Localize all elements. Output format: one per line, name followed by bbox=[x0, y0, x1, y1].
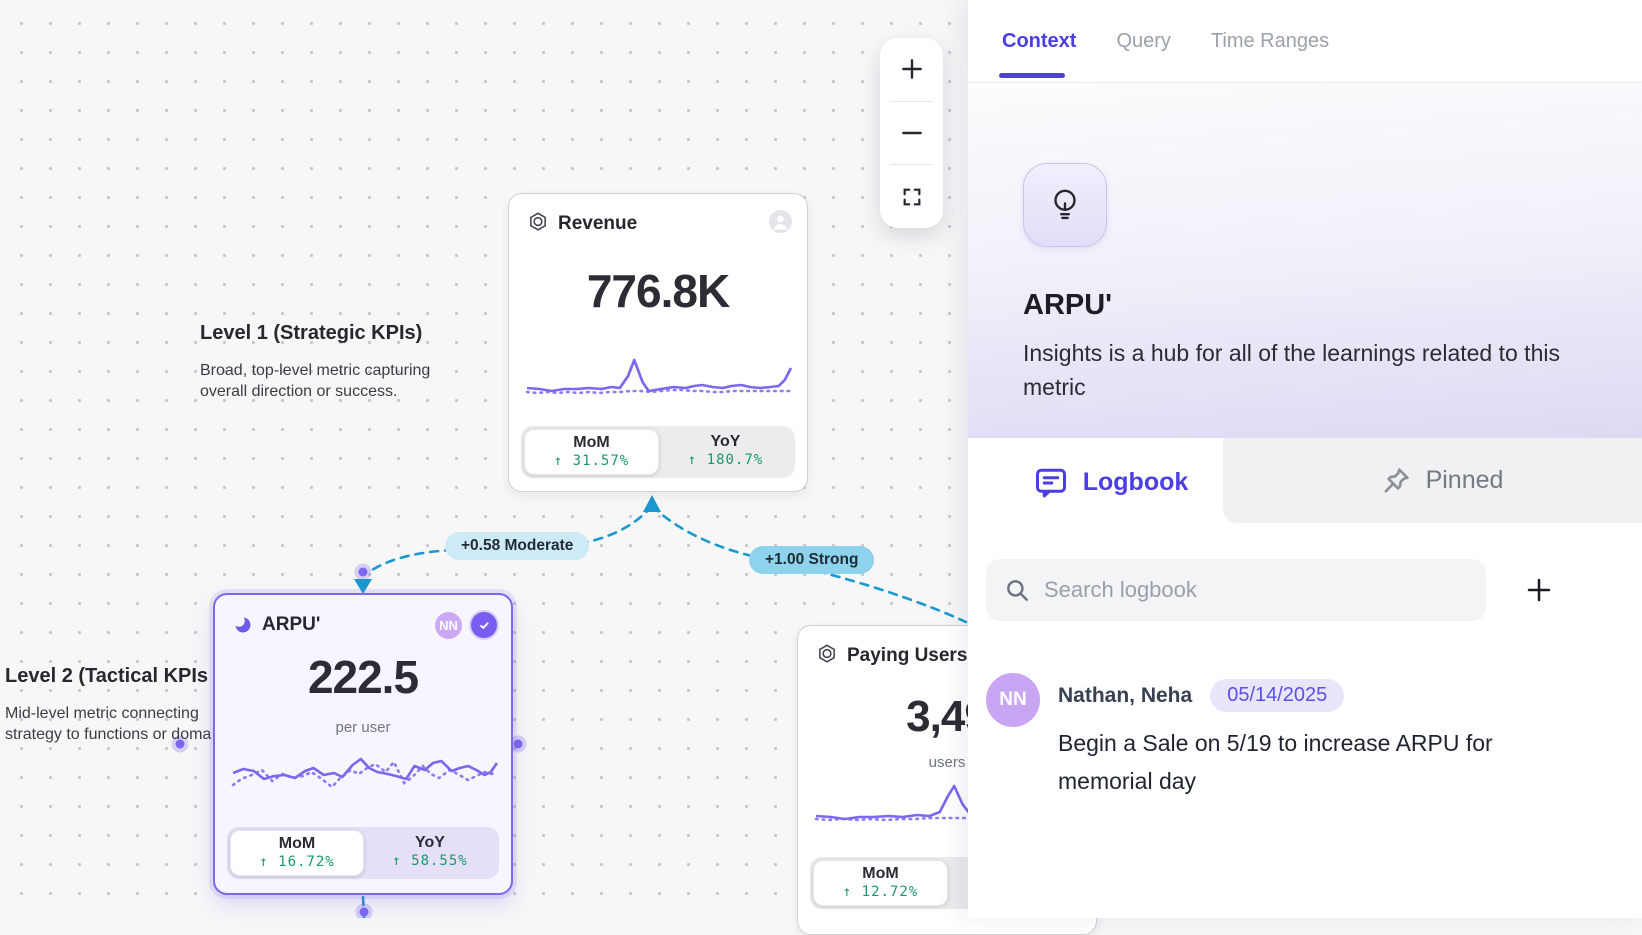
mom-label: MoM bbox=[231, 835, 363, 853]
logbook-label: Logbook bbox=[1083, 468, 1189, 497]
pin-icon bbox=[1380, 465, 1412, 497]
metric-value: 776.8K bbox=[509, 264, 807, 318]
author-name: Nathan, Neha bbox=[1058, 684, 1192, 708]
tab-context[interactable]: Context bbox=[1002, 30, 1076, 53]
search-input[interactable] bbox=[1044, 577, 1468, 603]
tab-time-ranges[interactable]: Time Ranges bbox=[1211, 30, 1329, 53]
hexagon-metric-icon bbox=[527, 211, 549, 238]
logbook-chat-icon bbox=[1033, 465, 1069, 501]
author-avatar: NN bbox=[986, 673, 1040, 727]
mom-label: MoM bbox=[814, 865, 947, 883]
moon-icon bbox=[233, 615, 253, 635]
sparkline-dotted bbox=[233, 762, 497, 787]
level1-title: Level 1 (Strategic KPIs) bbox=[200, 322, 430, 345]
panel-metric-description: Insights is a hub for all of the learnin… bbox=[1023, 336, 1593, 404]
mom-value: ↑ 31.57% bbox=[525, 453, 658, 469]
metric-context-header: ARPU' Insights is a hub for all of the l… bbox=[968, 83, 1642, 438]
mom-toggle[interactable]: MoM ↑ 16.72% bbox=[230, 830, 364, 876]
hexagon-metric-icon bbox=[816, 643, 838, 670]
zoom-in-button[interactable] bbox=[880, 38, 943, 101]
mom-value: ↑ 12.72% bbox=[814, 884, 947, 900]
yoy-toggle[interactable]: YoY ↑ 58.55% bbox=[364, 830, 496, 876]
lightbulb-icon bbox=[1023, 163, 1107, 247]
tab-query[interactable]: Query bbox=[1116, 30, 1170, 53]
mom-label: MoM bbox=[525, 434, 658, 452]
yoy-value: ↑ 58.55% bbox=[364, 853, 496, 869]
metric-unit: per user bbox=[215, 719, 511, 736]
sparkline bbox=[231, 753, 499, 803]
arrowhead-into-revenue bbox=[643, 495, 661, 512]
mom-toggle[interactable]: MoM ↑ 31.57% bbox=[524, 429, 659, 475]
entry-date-badge: 05/14/2025 bbox=[1210, 679, 1344, 712]
period-toggle: MoM ↑ 31.57% YoY ↑ 180.7% bbox=[521, 426, 795, 478]
mom-toggle[interactable]: MoM ↑ 12.72% bbox=[813, 860, 948, 906]
add-log-entry-button[interactable] bbox=[1522, 573, 1556, 607]
level2-desc-line1: Mid-level metric connecting bbox=[5, 705, 199, 722]
logbook-entry[interactable]: NN Nathan, Neha 05/14/2025 Begin a Sale … bbox=[968, 621, 1642, 800]
metric-tree-canvas[interactable]: Level 1 (Strategic KPIs) Broad, top-leve… bbox=[0, 0, 968, 918]
yoy-toggle[interactable]: YoY ↑ 180.7% bbox=[659, 429, 792, 475]
owner-initials-badge: NN bbox=[435, 612, 462, 639]
logbook-pinned-tabs: Logbook Pinned bbox=[968, 438, 1642, 527]
entry-message: Begin a Sale on 5/19 to increase ARPU fo… bbox=[1058, 724, 1558, 800]
level2-annotation: Level 2 (Tactical KPIs Mid-level metric … bbox=[5, 665, 211, 745]
zoom-out-button[interactable] bbox=[880, 102, 943, 165]
level1-desc-line2: overall direction or success. bbox=[200, 383, 397, 400]
correlation-label-moderate[interactable]: +0.58 Moderate bbox=[445, 532, 589, 560]
metric-card-revenue[interactable]: Revenue 776.8K MoM ↑ 31.57% YoY ↑ 180.7% bbox=[508, 193, 808, 492]
sparkline bbox=[525, 352, 793, 402]
owner-avatar-icon bbox=[768, 209, 793, 239]
canvas-zoom-toolbar bbox=[880, 38, 943, 228]
card-title: Revenue bbox=[558, 213, 759, 235]
context-side-panel: Context Query Time Ranges ARPU' Insights… bbox=[968, 0, 1642, 918]
level1-desc-line1: Broad, top-level metric capturing bbox=[200, 362, 430, 379]
tab-pinned[interactable]: Pinned bbox=[1223, 438, 1642, 523]
panel-metric-title: ARPU' bbox=[1023, 289, 1587, 322]
panel-tabbar: Context Query Time Ranges bbox=[968, 0, 1642, 83]
yoy-value: ↑ 180.7% bbox=[659, 452, 792, 468]
logbook-search-box[interactable] bbox=[986, 559, 1486, 621]
active-tab-underline bbox=[999, 73, 1065, 78]
sparkline-solid bbox=[527, 360, 791, 391]
card-title: ARPU' bbox=[262, 614, 426, 636]
verified-badge-icon bbox=[471, 612, 497, 638]
yoy-label: YoY bbox=[364, 834, 496, 852]
level2-desc-line2: strategy to functions or doma bbox=[5, 726, 211, 743]
metric-card-arpu[interactable]: ARPU' NN 222.5 per user MoM ↑ 16.72% YoY… bbox=[213, 593, 513, 895]
correlation-label-strong[interactable]: +1.00 Strong bbox=[749, 546, 874, 574]
mom-value: ↑ 16.72% bbox=[231, 854, 363, 870]
arrowhead-into-arpu bbox=[354, 579, 372, 594]
logbook-search-row bbox=[968, 527, 1642, 621]
search-icon bbox=[1004, 577, 1030, 603]
yoy-label: YoY bbox=[659, 433, 792, 451]
fit-view-button[interactable] bbox=[880, 165, 943, 228]
metric-value: 222.5 bbox=[215, 650, 511, 704]
tab-logbook[interactable]: Logbook bbox=[968, 438, 1253, 527]
level2-title: Level 2 (Tactical KPIs bbox=[5, 665, 211, 688]
period-toggle: MoM ↑ 16.72% YoY ↑ 58.55% bbox=[227, 827, 499, 879]
pinned-label: Pinned bbox=[1426, 466, 1504, 495]
level1-annotation: Level 1 (Strategic KPIs) Broad, top-leve… bbox=[200, 322, 430, 402]
